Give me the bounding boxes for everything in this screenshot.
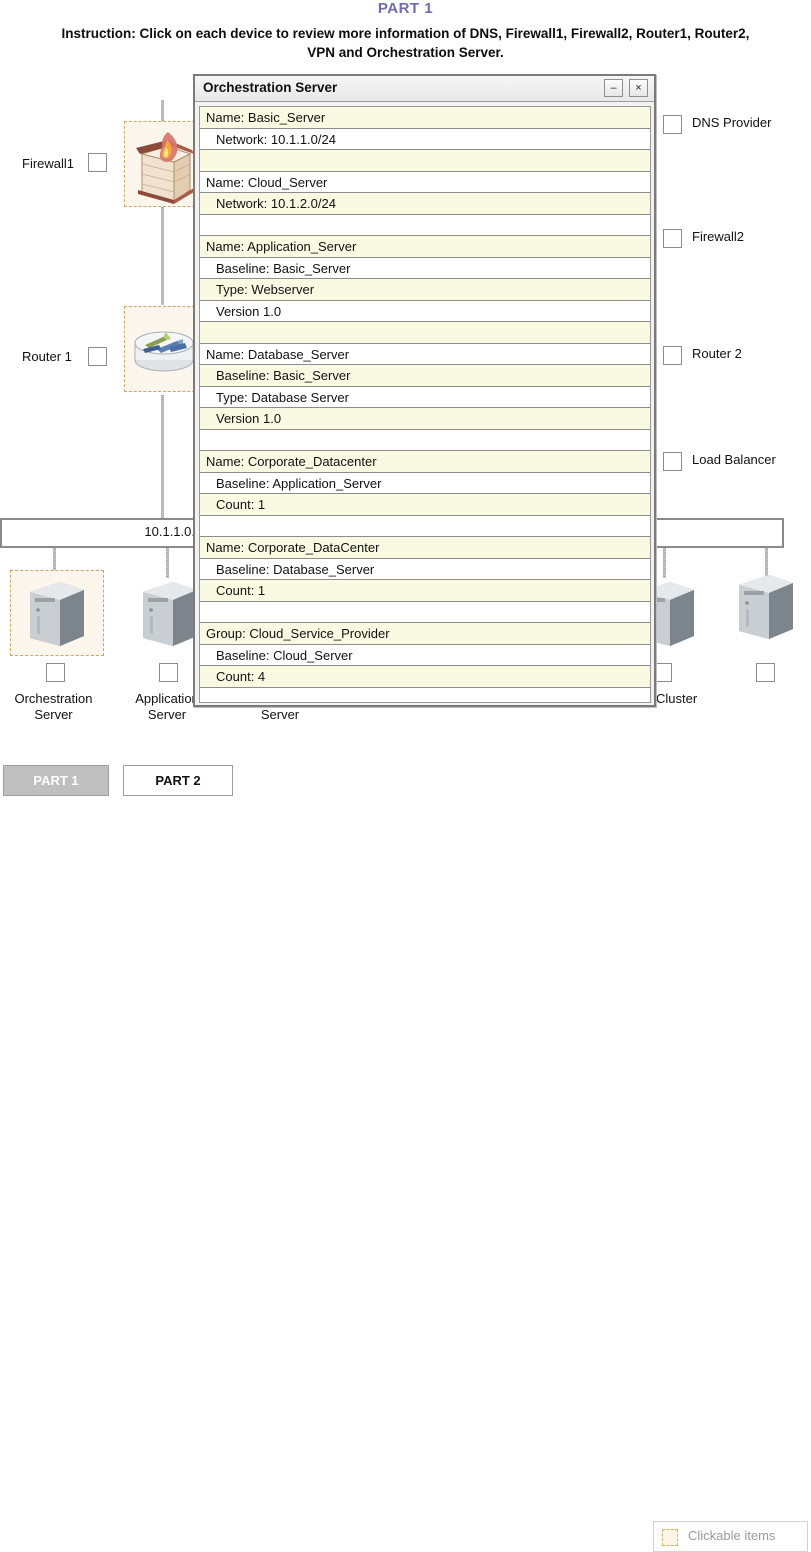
device-label-cluster: Cluster [656, 691, 698, 706]
clickable-items-label: Clickable items [688, 1528, 776, 1543]
dialog-row: Name: Application_Server [200, 236, 650, 258]
drop-line-2 [166, 548, 169, 578]
server-tower-icon-application[interactable] [139, 578, 201, 652]
dialog-row: Name: Database_Server [200, 343, 650, 365]
checkbox-firewall1[interactable] [88, 153, 107, 172]
dialog-row: Name: Basic_Server [200, 107, 650, 129]
part2-button[interactable]: PART 2 [123, 765, 233, 796]
dialog-row-spacer [200, 687, 650, 702]
checkbox-application-server[interactable] [159, 663, 178, 682]
device-label-orchestration-server-line2: Server [34, 707, 73, 722]
dialog-row: Network: 10.1.2.0/24 [200, 193, 650, 215]
device-label-router2: Router 2 [692, 346, 742, 361]
device-label-firewall1: Firewall1 [22, 156, 75, 171]
dialog-row: Name: Cloud_Server [200, 171, 650, 193]
link-line-vertical-left-2 [161, 395, 164, 520]
dialog-row-spacer [200, 150, 650, 172]
device-label-router1: Router 1 [22, 349, 72, 364]
dialog-content-list: Name: Basic_Server Network: 10.1.1.0/24 Na… [199, 106, 651, 703]
clickable-items-legend: Clickable items [653, 1521, 808, 1552]
dialog-row: Type: Database Server [200, 386, 650, 408]
dialog-row: Count: 1 [200, 580, 650, 602]
minimize-icon[interactable]: – [604, 79, 623, 97]
checkbox-orchestration-server[interactable] [46, 663, 65, 682]
drop-line-4 [663, 548, 666, 578]
dialog-row: Baseline: Database_Server [200, 558, 650, 580]
checkbox-firewall2[interactable] [663, 229, 682, 248]
link-line-vertical-left [161, 195, 164, 305]
router-icon[interactable] [133, 327, 195, 373]
dialog-row: Version 1.0 [200, 300, 650, 322]
dialog-row-spacer [200, 429, 650, 451]
footer-toolbar: PART 1 PART 2 Clickable items [0, 752, 811, 1552]
device-label-load-balancer: Load Balancer [692, 452, 776, 467]
checkbox-router1[interactable] [88, 347, 107, 366]
device-label-third-server-line2: Server [260, 707, 300, 722]
dialog-row: Baseline: Basic_Server [200, 257, 650, 279]
dialog-row-spacer [200, 515, 650, 537]
part1-button[interactable]: PART 1 [3, 765, 109, 796]
dialog-row: Type: Webserver [200, 279, 650, 301]
clickable-swatch-icon [662, 1529, 678, 1546]
checkbox-dns-provider[interactable] [663, 115, 682, 134]
dialog-row: Version 1.0 [200, 408, 650, 430]
close-icon[interactable]: × [629, 79, 648, 97]
device-label-firewall2: Firewall2 [692, 229, 745, 244]
checkbox-right-server[interactable] [756, 663, 775, 682]
dialog-row-spacer [200, 322, 650, 344]
device-label-dns-provider: DNS Provider [692, 115, 772, 130]
checkbox-router2[interactable] [663, 346, 682, 365]
server-tower-icon-right[interactable] [735, 571, 797, 645]
dialog-row: Count: 1 [200, 494, 650, 516]
dialog-row: Network: 10.1.1.0/24 [200, 128, 650, 150]
dialog-row-spacer [200, 214, 650, 236]
dialog-title: Orchestration Server [203, 80, 338, 95]
dialog-row: Name: Corporate_Datacenter [200, 451, 650, 473]
firewall-icon[interactable] [128, 124, 198, 204]
device-label-application-server-line2: Server [147, 707, 187, 722]
dialog-row: Name: Corporate_DataCenter [200, 537, 650, 559]
dialog-row: Baseline: Application_Server [200, 472, 650, 494]
dialog-row: Baseline: Basic_Server [200, 365, 650, 387]
dialog-row: Baseline: Cloud_Server [200, 644, 650, 666]
checkbox-load-balancer[interactable] [663, 452, 682, 471]
dialog-row-spacer [200, 601, 650, 623]
network-bus-label: 10.1.1.0. [144, 524, 195, 539]
dialog-titlebar[interactable]: Orchestration Server – × [195, 76, 654, 102]
device-label-orchestration-server-line1: Orchestration [14, 691, 93, 706]
dialog-row: Group: Cloud_Service_Provider [200, 623, 650, 645]
dialog-row: Count: 4 [200, 666, 650, 688]
server-tower-icon-orchestration[interactable] [26, 578, 88, 652]
orchestration-server-dialog[interactable]: Orchestration Server – × Name: Basic_Ser… [193, 74, 656, 707]
